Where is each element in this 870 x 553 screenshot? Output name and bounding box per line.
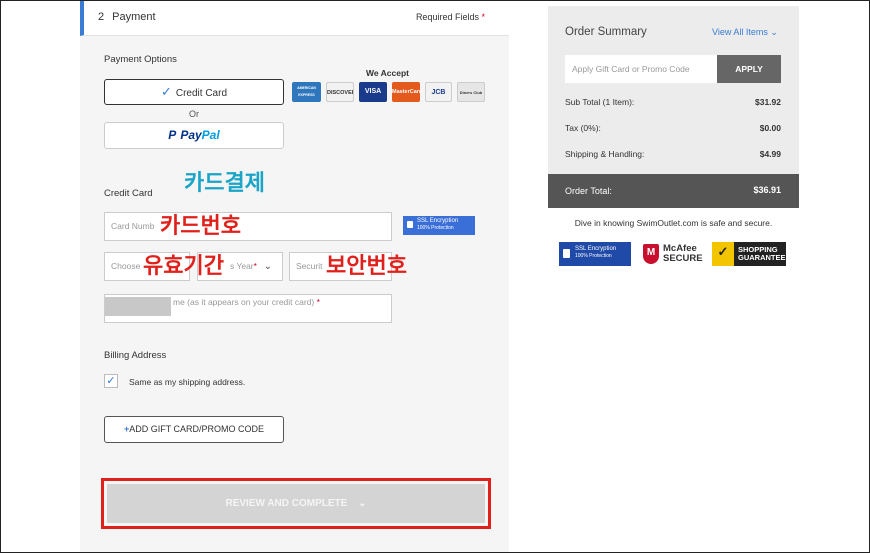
credit-card-section-label: Credit Card: [104, 188, 153, 199]
jcb-card-icon: JCB: [425, 82, 452, 102]
or-divider: Or: [189, 109, 199, 119]
payment-step-header: 2 Payment Required Fields *: [80, 0, 509, 36]
redacted-area: [105, 297, 171, 316]
checkmark-icon: ✓: [160, 84, 172, 99]
order-total-label: Order Total:: [565, 186, 612, 196]
we-accept-label: We Accept: [366, 68, 409, 78]
mastercard-card-icon: MasterCard: [392, 82, 420, 102]
subtotal-label: Sub Total (1 Item):: [565, 97, 635, 107]
annotation-card-payment: 카드결제: [184, 171, 265, 196]
mcafee-shield-icon: M: [643, 244, 659, 264]
order-summary-title: Order Summary: [565, 26, 647, 38]
credit-card-option-button[interactable]: ✓ Credit Card: [104, 79, 284, 105]
amex-card-icon: AMERICAN EXPRESS: [292, 82, 321, 102]
annotation-expiry: 유효기간: [143, 254, 224, 279]
shipping-label: Shipping & Handling:: [565, 149, 645, 159]
tax-label: Tax (0%):: [565, 123, 601, 133]
ssl-encryption-badge: SSL Encryption 100% Protection: [403, 216, 475, 235]
tax-value: $0.00: [759, 123, 781, 133]
lock-icon: [407, 221, 413, 228]
annotation-card-number: 카드번호: [160, 214, 241, 239]
shipping-value: $4.99: [759, 149, 781, 159]
annotation-security-code: 보안번호: [326, 254, 407, 279]
same-as-shipping-label: Same as my shipping address.: [129, 377, 246, 387]
checkmark-icon: ✓: [106, 375, 116, 387]
step-title: 2 Payment: [98, 11, 156, 23]
same-as-shipping-checkbox[interactable]: ✓: [104, 374, 118, 388]
chevron-down-icon: ⌄: [770, 27, 778, 37]
chevron-down-icon: ⌄: [263, 261, 272, 272]
safe-secure-text: Dive in knowing SwimOutlet.com is safe a…: [574, 218, 773, 228]
review-and-complete-button[interactable]: REVIEW AND COMPLETE ⌄: [107, 484, 485, 523]
required-fields-note: Required Fields *: [415, 12, 485, 22]
visa-card-icon: VISA: [359, 82, 387, 102]
add-gift-card-button[interactable]: +ADD GIFT CARD/PROMO CODE: [104, 416, 284, 443]
guarantee-check-icon: ✓: [712, 242, 734, 266]
subtotal-value: $31.92: [755, 97, 781, 107]
ssl-encryption-trust-badge: SSL Encryption 100% Protection: [559, 242, 631, 266]
order-total-value: $36.91: [753, 185, 781, 195]
payment-options-label: Payment Options: [104, 54, 177, 65]
shopping-guarantee-badge: ✓ SHOPPING GUARANTEE: [712, 242, 786, 266]
mcafee-secure-badge: M McAfee SECURE: [643, 242, 703, 266]
billing-address-label: Billing Address: [104, 350, 167, 361]
view-all-items-link[interactable]: View All Items ⌄: [712, 27, 778, 38]
apply-button[interactable]: APPLY: [717, 55, 781, 83]
promo-code-input[interactable]: Apply Gift Card or Promo Code: [565, 55, 717, 83]
chevron-down-icon: ⌄: [358, 498, 367, 509]
card-number-input[interactable]: Card Numb: [104, 212, 392, 241]
lock-icon: [563, 249, 570, 258]
diners-club-card-icon: Diners Club: [457, 82, 485, 102]
discover-card-icon: DISCOVER: [326, 82, 354, 102]
paypal-icon: P: [168, 128, 177, 142]
paypal-option-button[interactable]: P PayPal: [104, 122, 284, 149]
